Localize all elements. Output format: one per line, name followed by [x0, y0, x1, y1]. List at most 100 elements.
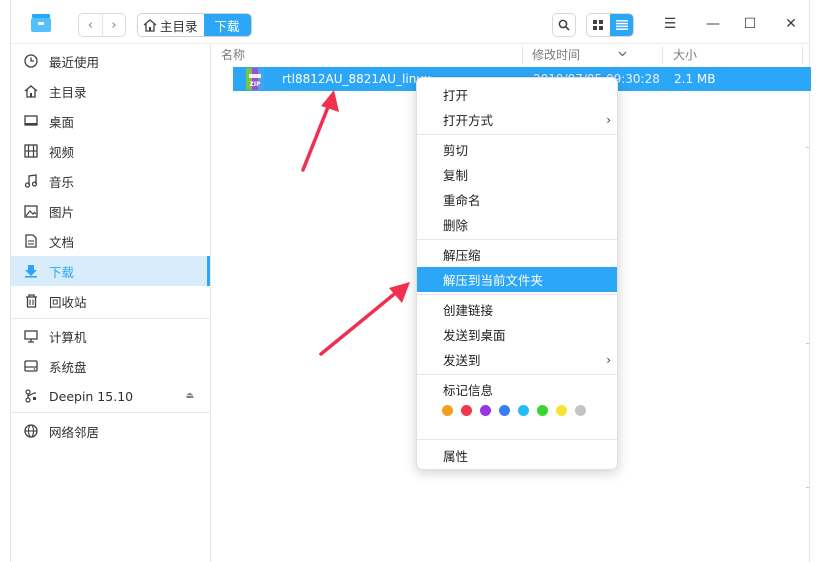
breadcrumb-home[interactable]: 主目录 — [138, 14, 204, 36]
breadcrumb-home-label: 主目录 — [160, 18, 198, 34]
sidebar-item-label: 回收站 — [49, 294, 87, 310]
sidebar-item-label: 文档 — [49, 234, 75, 250]
usb-icon — [23, 388, 39, 404]
tag-color-dot-2[interactable] — [480, 405, 491, 416]
menu-item-properties[interactable]: 属性 — [417, 443, 617, 468]
menu-item-label: 重命名 — [443, 193, 481, 208]
menu-item-label: 解压到当前文件夹 — [443, 273, 544, 288]
menu-item-send-to-desktop[interactable]: 发送到桌面 — [417, 322, 617, 347]
icon-view-button[interactable] — [587, 14, 610, 36]
sidebar-item-desktop[interactable]: 桌面 — [11, 106, 210, 136]
sidebar-item-label: 网络邻居 — [49, 424, 100, 440]
eject-icon[interactable]: ⏏ — [185, 391, 194, 401]
menu-item-create-link[interactable]: 创建链接 — [417, 297, 617, 322]
sidebar-item-documents[interactable]: 文档 — [11, 226, 210, 256]
chevron-left-icon: ‹ — [87, 17, 94, 33]
menu-item-extract[interactable]: 解压缩 — [417, 242, 617, 267]
sidebar-item-home[interactable]: 主目录 — [11, 76, 210, 106]
sidebar-item-label: 下载 — [49, 264, 75, 280]
menu-item-extract-here[interactable]: 解压到当前文件夹 — [417, 267, 617, 292]
menu-item-open[interactable]: 打开 — [417, 82, 617, 107]
sidebar-item-label: 最近使用 — [49, 54, 100, 70]
sidebar-item-system-disk[interactable]: 系统盘 — [11, 351, 210, 381]
trash-icon — [23, 293, 39, 309]
menu-item-label: 发送到 — [443, 353, 481, 368]
sidebar-item-label: 系统盘 — [49, 359, 87, 375]
menu-item-label: 标记信息 — [443, 383, 494, 398]
sidebar-item-label: 主目录 — [49, 84, 87, 100]
sidebar-item-computer[interactable]: 计算机 — [11, 321, 210, 351]
minimize-button[interactable]: — — [701, 12, 725, 36]
download-icon — [23, 263, 39, 279]
home-icon — [23, 83, 39, 99]
breadcrumb-current[interactable]: 下载 — [203, 14, 251, 36]
column-header-name[interactable]: 名称 — [221, 44, 245, 64]
menu-item-label: 删除 — [443, 218, 469, 233]
column-header-modified[interactable]: 修改时间 — [532, 44, 627, 64]
file-name: rtl8812AU_8821AU_linux — [282, 72, 432, 86]
close-icon: ✕ — [785, 16, 797, 32]
menu-item-copy[interactable]: 复制 — [417, 162, 617, 187]
sidebar: 最近使用 主目录 桌面 视频 音乐 图片 文档 下载 回收站 计算机 系统盘 D… — [11, 44, 211, 562]
network-icon — [23, 423, 39, 439]
list-view-button[interactable] — [610, 14, 633, 36]
sidebar-item-pictures[interactable]: 图片 — [11, 196, 210, 226]
list-icon — [615, 20, 628, 30]
file-manager-app-icon — [31, 14, 51, 32]
sidebar-item-video[interactable]: 视频 — [11, 136, 210, 166]
view-mode-switch — [586, 13, 634, 37]
menu-item-tag-info: 标记信息 — [417, 377, 617, 402]
video-icon — [23, 143, 39, 159]
tag-color-dot-6[interactable] — [556, 405, 567, 416]
menu-divider — [417, 239, 617, 240]
tag-color-dot-4[interactable] — [518, 405, 529, 416]
sidebar-item-trash[interactable]: 回收站 — [11, 286, 210, 316]
sidebar-item-deepin-usb[interactable]: Deepin 15.10 ⏏ — [11, 381, 210, 411]
sidebar-item-music[interactable]: 音乐 — [11, 166, 210, 196]
zip-file-icon: ZIP — [246, 68, 264, 90]
main-menu-button[interactable]: ☰ — [658, 12, 682, 36]
menu-icon: ☰ — [663, 16, 677, 32]
menu-item-open-with[interactable]: 打开方式 › — [417, 107, 617, 132]
sidebar-item-downloads[interactable]: 下载 — [11, 256, 210, 286]
music-icon — [23, 173, 39, 189]
sidebar-item-recent[interactable]: 最近使用 — [11, 46, 210, 76]
search-button[interactable] — [552, 13, 576, 37]
menu-item-label: 解压缩 — [443, 248, 481, 263]
column-header-size[interactable]: 大小 — [673, 44, 697, 64]
sidebar-item-network[interactable]: 网络邻居 — [11, 416, 210, 446]
sidebar-divider — [11, 318, 210, 319]
menu-divider — [417, 439, 617, 440]
sidebar-item-label: 桌面 — [49, 114, 75, 130]
file-manager-window: ‹ › 主目录 下载 ☰ — ☐ ✕ 最近使用 主目录 桌面 视频 音乐 图片 … — [10, 0, 811, 562]
menu-divider — [417, 374, 617, 375]
file-size: 2.1 MB — [674, 72, 716, 86]
scroll-indicator — [806, 343, 809, 344]
tag-color-dot-7[interactable] — [575, 405, 586, 416]
menu-item-send-to[interactable]: 发送到 › — [417, 347, 617, 372]
tag-color-dot-3[interactable] — [499, 405, 510, 416]
menu-item-rename[interactable]: 重命名 — [417, 187, 617, 212]
column-divider — [802, 46, 803, 64]
column-divider — [662, 46, 663, 64]
tag-color-dot-0[interactable] — [442, 405, 453, 416]
search-icon — [558, 19, 570, 31]
document-icon — [23, 233, 39, 249]
tag-color-dot-5[interactable] — [537, 405, 548, 416]
tag-color-dot-1[interactable] — [461, 405, 472, 416]
minimize-icon: — — [706, 16, 720, 32]
tag-color-row — [442, 405, 586, 416]
maximize-icon: ☐ — [743, 16, 757, 32]
back-button[interactable]: ‹ — [79, 14, 102, 36]
menu-divider — [417, 134, 617, 135]
maximize-button[interactable]: ☐ — [738, 12, 762, 36]
menu-item-delete[interactable]: 删除 — [417, 212, 617, 237]
sort-chevron-down-icon — [618, 51, 627, 57]
menu-item-label: 发送到桌面 — [443, 328, 506, 343]
grid-icon — [593, 19, 603, 30]
close-button[interactable]: ✕ — [779, 12, 803, 36]
navigation-buttons: ‹ › — [78, 13, 126, 37]
forward-button[interactable]: › — [102, 14, 125, 36]
breadcrumb: 主目录 下载 — [137, 13, 252, 37]
menu-item-cut[interactable]: 剪切 — [417, 137, 617, 162]
